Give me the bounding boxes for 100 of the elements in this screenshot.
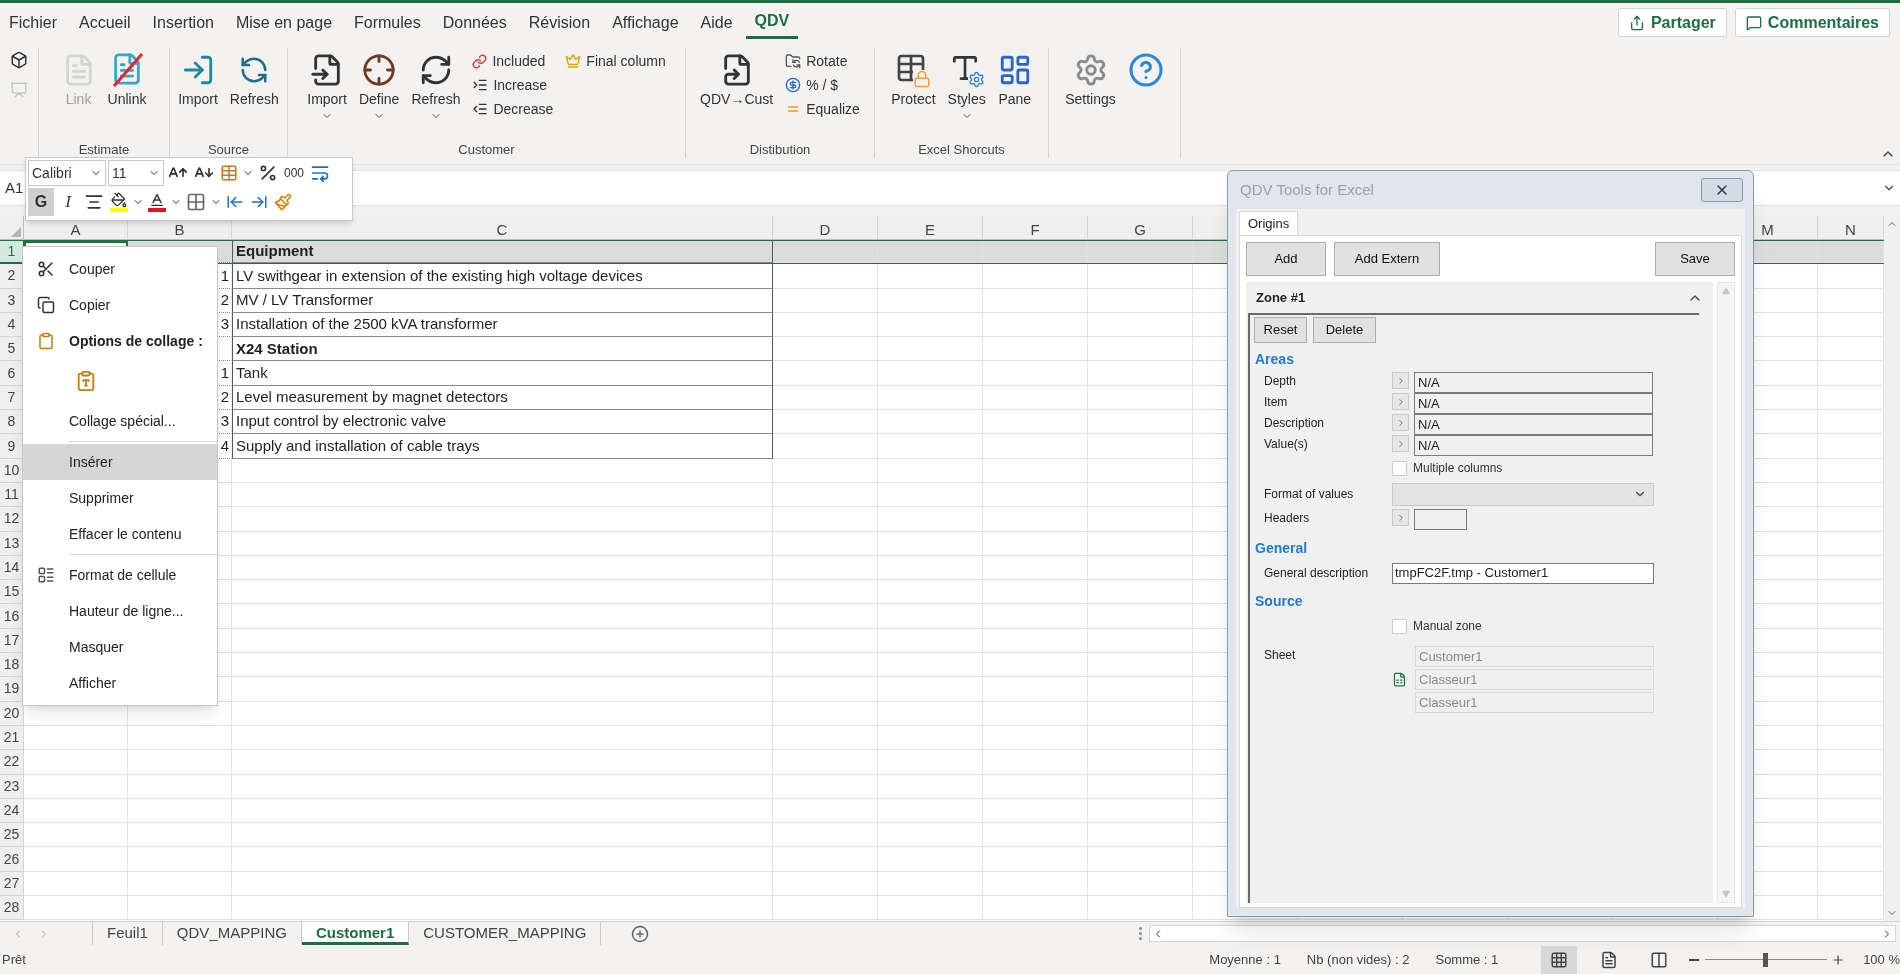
font-dropdown[interactable]: Calibri bbox=[28, 160, 106, 186]
italic-button[interactable]: I bbox=[56, 188, 80, 216]
input-field[interactable]: N/A bbox=[1414, 414, 1653, 435]
link-icon bbox=[472, 53, 488, 69]
input-field[interactable]: N/A bbox=[1414, 435, 1653, 456]
ribbon-button[interactable]: Define bbox=[354, 48, 404, 142]
scroll-down-icon bbox=[1722, 890, 1730, 898]
ribbon-button[interactable]: Equalize bbox=[785, 98, 860, 120]
menu-tab[interactable]: Aide bbox=[691, 6, 742, 39]
view-button[interactable] bbox=[1541, 945, 1578, 974]
ribbon-button[interactable]: Unlink bbox=[103, 48, 151, 142]
thousands-button[interactable]: 000 bbox=[282, 160, 307, 186]
table-cell: Input control by electronic valve bbox=[232, 410, 773, 435]
ribbon-button[interactable]: Refresh bbox=[407, 48, 465, 142]
row-number[interactable]: 27 bbox=[0, 871, 24, 896]
section-heading: General bbox=[1254, 539, 1309, 558]
bold-button[interactable]: G bbox=[28, 188, 54, 216]
column-header[interactable]: G bbox=[1088, 216, 1193, 239]
menu-item[interactable]: Supprimer bbox=[23, 480, 217, 516]
ribbon-button[interactable]: Import bbox=[174, 48, 222, 142]
add-sheet-button[interactable] bbox=[631, 924, 650, 943]
comment-icon bbox=[1745, 14, 1762, 31]
ribbon-button[interactable]: Rotate bbox=[785, 50, 860, 72]
vertical-scrollbar[interactable] bbox=[1717, 282, 1735, 903]
row-number[interactable]: 12 bbox=[0, 507, 24, 532]
menu-tab[interactable]: Insertion bbox=[143, 6, 223, 39]
sheet-tab[interactable]: Customer1 bbox=[301, 922, 410, 945]
dialog-button[interactable]: Add Extern bbox=[1334, 242, 1440, 276]
checkbox[interactable] bbox=[1392, 460, 1407, 476]
ribbon-button[interactable]: Styles bbox=[943, 48, 990, 142]
checkbox[interactable] bbox=[1392, 618, 1407, 634]
ribbon-button[interactable]: Refresh bbox=[225, 48, 283, 142]
menu-item[interactable]: Format de cellule bbox=[23, 557, 217, 593]
row-number[interactable]: 15 bbox=[0, 580, 24, 605]
close-button[interactable] bbox=[1701, 178, 1743, 202]
row-number[interactable]: 2 bbox=[0, 264, 24, 289]
vertical-scrollbar[interactable] bbox=[1884, 216, 1900, 921]
zone-button[interactable]: Reset bbox=[1254, 317, 1307, 343]
comments-button[interactable]: Commentaires bbox=[1734, 8, 1890, 37]
row-number[interactable]: 28 bbox=[0, 896, 24, 921]
menu-item[interactable]: Insérer bbox=[23, 444, 217, 480]
row-number[interactable]: 1 bbox=[0, 241, 24, 264]
input-field[interactable]: tmpFC2F.tmp - Customer1 bbox=[1392, 562, 1654, 584]
column-header[interactable]: E bbox=[878, 216, 983, 239]
status-stat: Moyenne : 1 bbox=[1209, 950, 1281, 969]
menu-tab[interactable]: Mise en page bbox=[226, 6, 342, 39]
menu-tab[interactable]: Formules bbox=[345, 6, 430, 39]
group-label: Customer bbox=[458, 142, 515, 158]
dropdown-field[interactable] bbox=[1392, 482, 1654, 506]
row-number[interactable]: 9 bbox=[0, 434, 24, 459]
menu-tab[interactable]: Accueil bbox=[70, 6, 140, 39]
ribbon-button[interactable]: Pane bbox=[993, 48, 1036, 142]
ribbon-button[interactable]: Protect bbox=[887, 48, 940, 142]
row-number[interactable]: 6 bbox=[0, 361, 24, 386]
menu-tab[interactable]: Affichage bbox=[603, 6, 688, 39]
input-field[interactable]: N/A bbox=[1414, 372, 1653, 393]
row-number[interactable]: 26 bbox=[0, 847, 24, 872]
menu-tab[interactable]: Fichier bbox=[0, 6, 66, 39]
input-field[interactable]: N/A bbox=[1414, 393, 1653, 414]
zone-button[interactable]: Delete bbox=[1313, 317, 1376, 343]
font-size-dropdown[interactable]: 11 bbox=[108, 160, 164, 186]
menu-item[interactable]: Effacer le contenu bbox=[23, 516, 217, 552]
row-number[interactable]: 16 bbox=[0, 604, 24, 629]
menu-tab[interactable]: QDV bbox=[745, 6, 799, 39]
column-header[interactable]: F bbox=[983, 216, 1088, 239]
ribbon-button[interactable]: Final column bbox=[565, 50, 666, 72]
field-label: Description bbox=[1263, 415, 1326, 432]
zoom-slider-thumb[interactable] bbox=[1762, 952, 1768, 967]
ribbon-button[interactable]: Import bbox=[303, 48, 351, 142]
ribbon-button[interactable]: Decrease bbox=[472, 98, 554, 120]
dialog-button[interactable]: Add bbox=[1246, 242, 1326, 276]
ribbon-button[interactable]: Included bbox=[472, 50, 554, 72]
menu-tab[interactable]: Révision bbox=[519, 6, 600, 39]
toolbar-button[interactable] bbox=[9, 50, 29, 70]
ribbon-button[interactable]: Increase bbox=[472, 74, 554, 96]
column-header[interactable]: D bbox=[773, 216, 878, 239]
horizontal-scrollbar[interactable] bbox=[1149, 925, 1896, 942]
dialog-button[interactable]: Save bbox=[1655, 242, 1735, 276]
row-number[interactable]: 25 bbox=[0, 823, 24, 848]
row-number[interactable]: 23 bbox=[0, 774, 24, 799]
row-number[interactable]: 20 bbox=[0, 701, 24, 726]
row-number[interactable]: 8 bbox=[0, 410, 24, 435]
menu-tab[interactable]: Données bbox=[433, 6, 516, 39]
table-lock-icon bbox=[895, 52, 932, 88]
tab[interactable]: Origins bbox=[1239, 211, 1299, 235]
row-number[interactable]: 5 bbox=[0, 337, 24, 362]
input-field[interactable] bbox=[1414, 509, 1467, 530]
ribbon-button[interactable]: % / $ bbox=[785, 74, 860, 96]
menu-item[interactable]: Masquer bbox=[23, 629, 217, 665]
ribbon-button[interactable]: Settings bbox=[1061, 48, 1120, 158]
ribbon-button[interactable]: QDV→Cust bbox=[696, 48, 778, 142]
share-button[interactable]: Partager bbox=[1617, 8, 1727, 37]
zoom-in-button[interactable] bbox=[1831, 952, 1846, 967]
row-number[interactable]: 24 bbox=[0, 798, 24, 824]
row-number[interactable]: 22 bbox=[0, 750, 24, 775]
row-number[interactable]: 18 bbox=[0, 653, 24, 678]
row-number[interactable]: 19 bbox=[0, 677, 24, 702]
menu-item[interactable]: Hauteur de ligne... bbox=[23, 593, 217, 629]
menu-item[interactable]: Afficher bbox=[23, 665, 217, 701]
row-number[interactable]: 21 bbox=[0, 725, 24, 751]
